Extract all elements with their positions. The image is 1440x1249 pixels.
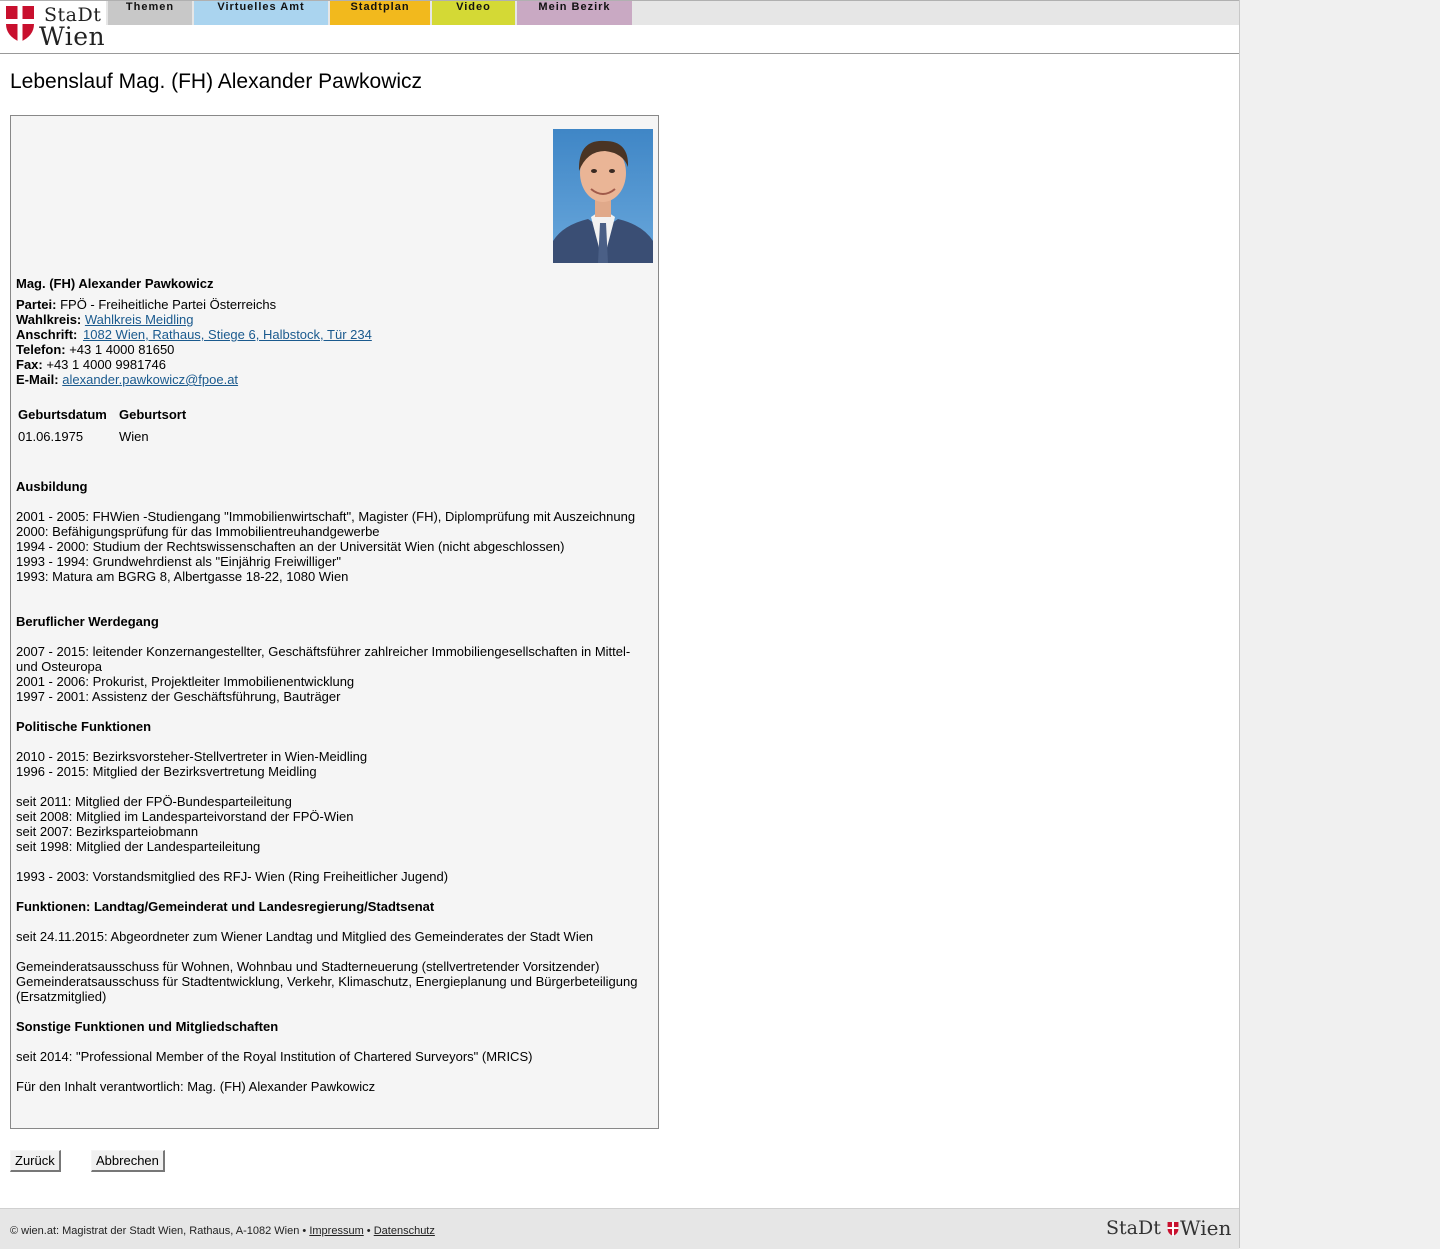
functions-item: seit 24.11.2015: Abgeordneter zum Wiener… [16,929,594,944]
functions-item: Gemeinderatsausschuss für Wohnen, Wohnba… [16,959,600,974]
fax-line: Fax: +43 1 4000 9981746 [16,357,166,372]
political-item: 1993 - 2003: Vorstandsmitglied des RFJ- … [16,869,449,884]
address-link[interactable]: 1082 Wien, Rathaus, Stiege 6, Halbstock,… [83,327,372,342]
party-line: Partei: FPÖ - Freiheitliche Partei Öster… [16,297,276,312]
stadt-wien-logo[interactable]: StaDt Wien [6,4,105,51]
party-value: FPÖ - Freiheitliche Partei Österreichs [60,297,277,312]
education-heading: Ausbildung [16,479,88,494]
functions-heading: Funktionen: Landtag/Gemeinderat und Land… [16,899,435,914]
political-list-b: seit 2011: Mitglied der FPÖ-Bundespartei… [16,794,648,854]
constituency-line: Wahlkreis: Wahlkreis Meidling [16,312,194,327]
functions-item: Gemeinderatsausschuss für Stadtentwicklu… [16,974,638,1004]
education-item: 1994 - 2000: Studium der Rechtswissensch… [16,539,565,554]
phone-value: +43 1 4000 81650 [69,342,175,357]
back-button[interactable]: Zurück [10,1150,61,1172]
tab-video[interactable]: Video [432,1,515,25]
cancel-button[interactable]: Abbrechen [91,1150,165,1172]
tab-stadtplan[interactable]: Stadtplan [330,1,430,25]
political-item: seit 2007: Bezirksparteiobmann [16,824,199,839]
email-line: E-Mail: alexander.pawkowicz@fpoe.at [16,372,238,387]
responsibility-note: Für den Inhalt verantwortlich: Mag. (FH)… [16,1079,376,1094]
main-navigation: Themen Virtuelles Amt Stadtplan Video Me… [106,1,1239,25]
footer-logo-stadt: StaDt [1106,1217,1161,1239]
footer-shield-icon [1167,1222,1179,1236]
education-item: 2001 - 2005: FHWien -Studiengang "Immobi… [16,509,636,524]
footer-logo-wien: Wien [1180,1216,1232,1240]
other-functions-heading: Sonstige Funktionen und Mitgliedschaften [16,1019,279,1034]
datenschutz-link[interactable]: Datenschutz [374,1225,435,1237]
political-item: seit 1998: Mitglied der Landesparteileit… [16,839,261,854]
footer-copyright: © wien.at: Magistrat der Stadt Wien, Rat… [10,1225,307,1237]
impressum-link[interactable]: Impressum [309,1225,363,1237]
address-line: Anschrift: 1082 Wien, Rathaus, Stiege 6,… [16,327,372,342]
address-label: Anschrift: [16,327,78,342]
political-item: seit 2011: Mitglied der FPÖ-Bundespartei… [16,794,292,809]
page: StaDt Wien Themen Virtuelles Amt Stadtpl… [0,0,1240,1249]
political-item: 2010 - 2015: Bezirksvorsteher-Stellvertr… [16,749,368,764]
career-item: 1997 - 2001: Assistenz der Geschäftsführ… [16,689,341,704]
career-list: 2007 - 2015: leitender Konzernangestellt… [16,644,636,704]
birth-date-header: Geburtsdatum [18,407,107,422]
site-header: StaDt Wien Themen Virtuelles Amt Stadtpl… [0,0,1239,54]
footer-stadt-wien-logo[interactable]: StaDt Wien [1106,1216,1232,1241]
footer-separator: • [366,1225,371,1237]
political-item: 1996 - 2015: Mitglied der Bezirksvertret… [16,764,317,779]
career-item: 2001 - 2006: Prokurist, Projektleiter Im… [16,674,355,689]
cv-panel: Mag. (FH) Alexander Pawkowicz Partei: FP… [10,115,659,1129]
footer-text: © wien.at: Magistrat der Stadt Wien, Rat… [10,1225,435,1237]
portrait-photo [553,129,653,263]
education-item: 2000: Befähigungsprüfung für das Immobil… [16,524,380,539]
birth-place-header: Geburtsort [119,407,187,422]
logo-text-wien: Wien [39,22,106,51]
wien-shield-icon [6,6,34,42]
fax-value: +43 1 4000 9981746 [46,357,167,372]
phone-label: Telefon: [16,342,66,357]
page-title: Lebenslauf Mag. (FH) Alexander Pawkowicz [10,70,423,93]
birth-date-value: 01.06.1975 [18,429,84,444]
tab-virtuelles-amt[interactable]: Virtuelles Amt [194,1,328,25]
profile-name: Mag. (FH) Alexander Pawkowicz [16,276,214,291]
education-item: 1993 - 1994: Grundwehrdienst als "Einjäh… [16,554,341,569]
birth-place-value: Wien [119,429,149,444]
career-heading: Beruflicher Werdegang [16,614,159,629]
education-list: 2001 - 2005: FHWien -Studiengang "Immobi… [16,509,648,584]
email-label: E-Mail: [16,372,59,387]
career-item: 2007 - 2015: leitender Konzernangestellt… [16,644,631,674]
party-label: Partei: [16,297,57,312]
political-item: seit 2008: Mitglied im Landesparteivorst… [16,809,354,824]
fax-label: Fax: [16,357,43,372]
constituency-link[interactable]: Wahlkreis Meidling [85,312,194,327]
phone-line: Telefon: +43 1 4000 81650 [16,342,174,357]
education-item: 1993: Matura am BGRG 8, Albertgasse 18-2… [16,569,349,584]
constituency-label: Wahlkreis: [16,312,82,327]
political-list-a: 2010 - 2015: Bezirksvorsteher-Stellvertr… [16,749,648,779]
site-footer: © wien.at: Magistrat der Stadt Wien, Rat… [0,1208,1239,1249]
email-link[interactable]: alexander.pawkowicz@fpoe.at [62,372,238,387]
other-functions-item: seit 2014: "Professional Member of the R… [16,1049,533,1064]
tab-themen[interactable]: Themen [108,1,192,25]
functions-list: Gemeinderatsausschuss für Wohnen, Wohnba… [16,959,648,1004]
political-heading: Politische Funktionen [16,719,152,734]
tab-mein-bezirk[interactable]: Mein Bezirk [517,1,632,25]
